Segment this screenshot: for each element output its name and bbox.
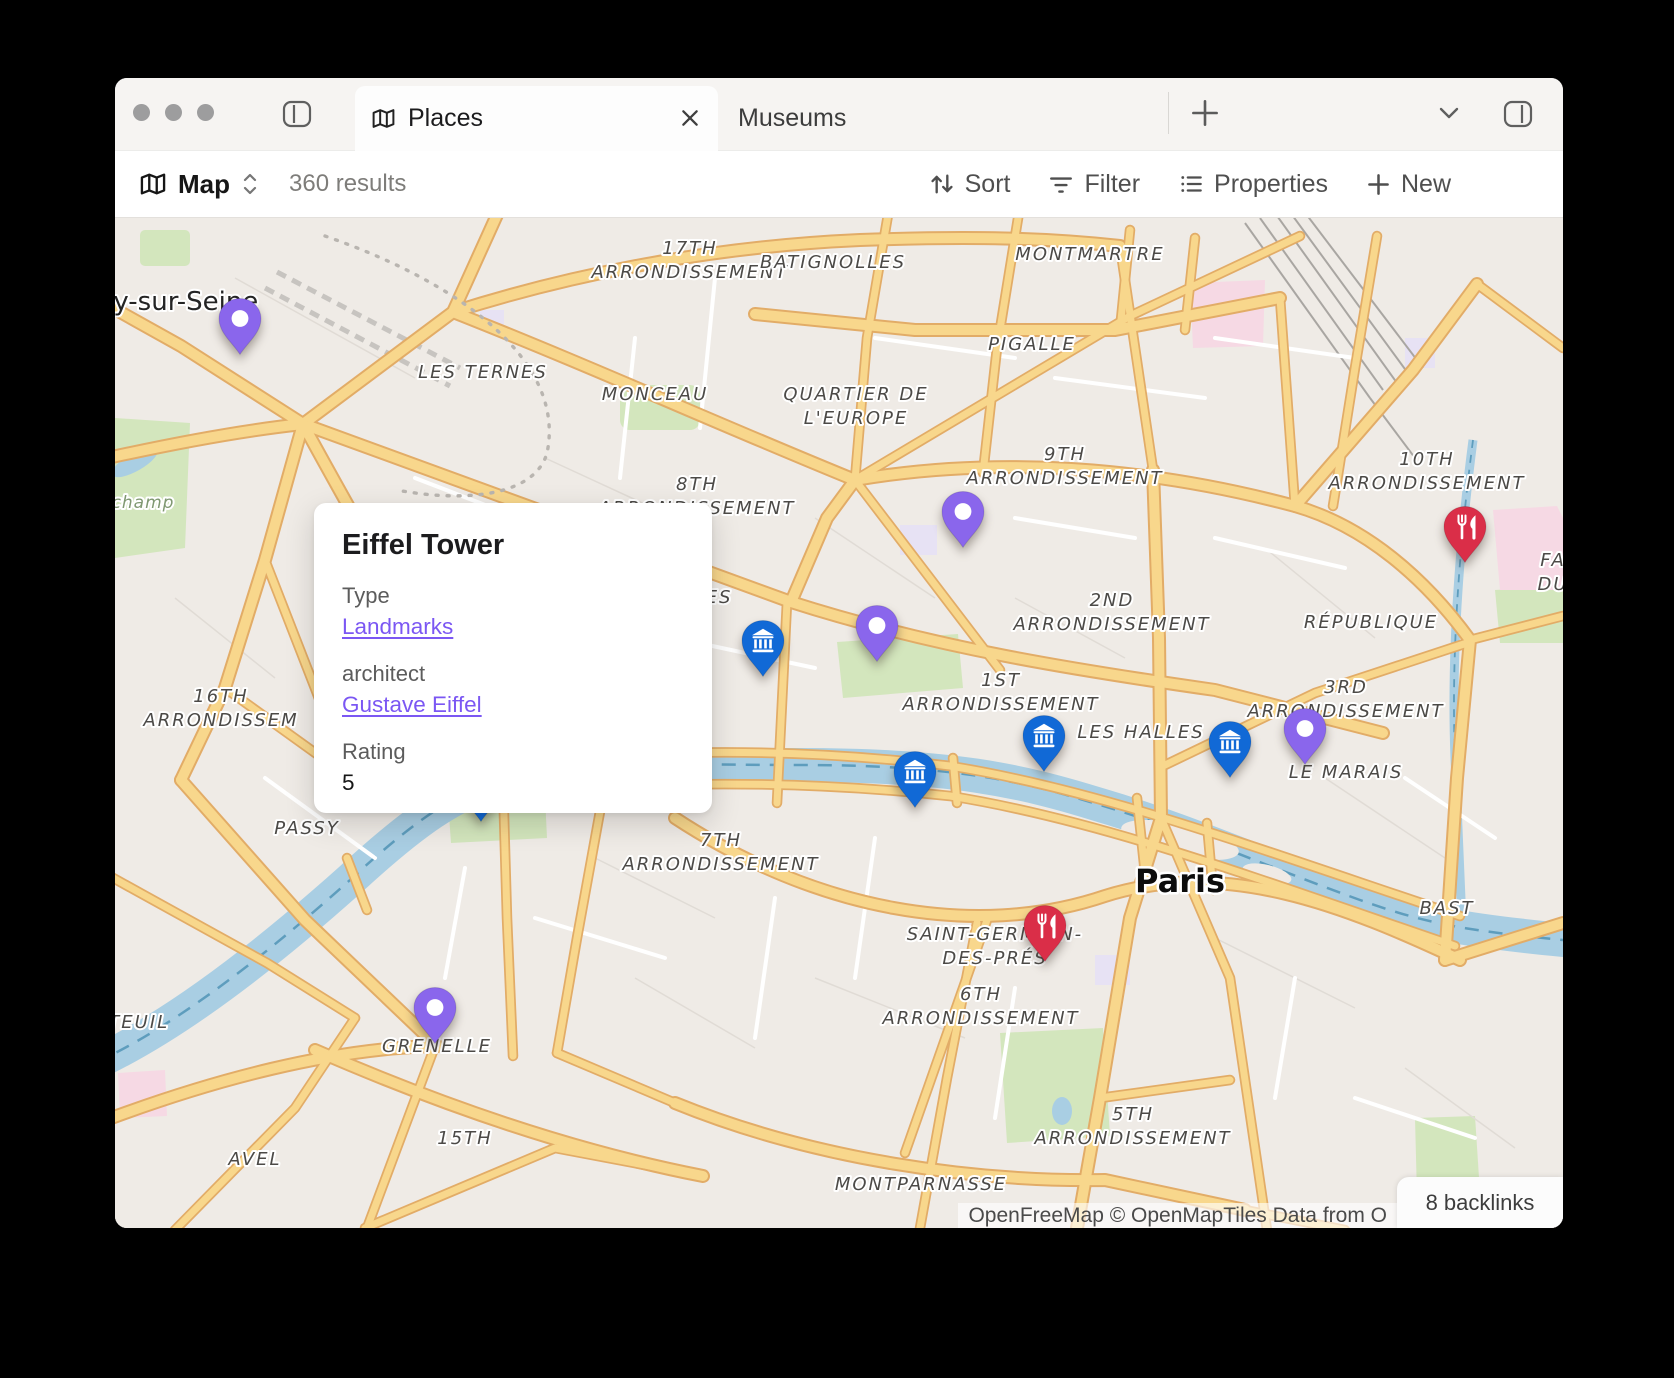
- map-label: PIGALLE: [988, 334, 1076, 355]
- map-pin-landmark[interactable]: [854, 604, 900, 663]
- close-tab-icon[interactable]: [678, 106, 702, 130]
- map-pin-restaurant[interactable]: [1022, 904, 1068, 963]
- new-button[interactable]: New: [1366, 170, 1451, 199]
- map-icon: [371, 107, 396, 130]
- map-pin-museum[interactable]: [740, 619, 786, 678]
- tabbar-divider: [1168, 92, 1169, 134]
- rating-value: 5: [342, 770, 355, 795]
- map-label: NTEUIL: [115, 1012, 169, 1033]
- map-label: AVEL: [227, 1149, 281, 1170]
- backlinks-badge[interactable]: 8 backlinks: [1397, 1177, 1563, 1228]
- map-label: MONCEAU: [602, 384, 709, 405]
- map-pin-museum[interactable]: [1021, 714, 1067, 773]
- map-label: BATIGNOLLES: [760, 252, 906, 273]
- toggle-left-sidebar-button[interactable]: [280, 97, 314, 131]
- map-attribution[interactable]: OpenFreeMap © OpenMapTiles Data from O: [958, 1203, 1397, 1228]
- traffic-close-button[interactable]: [132, 103, 150, 121]
- desktop-background: Places Museums Map 360 results Sort Filt…: [0, 0, 1674, 1378]
- view-label: Map: [178, 168, 230, 199]
- map-canvas[interactable]: illy-sur-Seine17THARRONDISSEMENTBATIGNOL…: [115, 218, 1563, 1228]
- filter-button[interactable]: Filter: [1048, 170, 1140, 199]
- sort-label: Sort: [964, 169, 1011, 198]
- tab-museums-label: Museums: [738, 103, 847, 132]
- filter-icon: [1048, 171, 1074, 197]
- field-label: architect: [342, 661, 426, 686]
- map-label: MONTPARNASSE: [835, 1174, 1007, 1195]
- sort-arrows-icon: [929, 171, 955, 197]
- tab-museums[interactable]: Museums: [718, 86, 1158, 150]
- view-switcher[interactable]: Map: [139, 169, 259, 200]
- architect-link[interactable]: Gustave Eiffel: [342, 692, 482, 717]
- plus-icon: [1189, 97, 1221, 129]
- map-label: PASSY: [274, 818, 339, 839]
- map-label: RÉPUBLIQUE: [1304, 611, 1438, 633]
- titlebar: Places Museums: [115, 78, 1563, 151]
- map-pin-landmark[interactable]: [217, 297, 263, 356]
- type-link[interactable]: Landmarks: [342, 614, 453, 639]
- popup-title: Eiffel Tower: [342, 529, 505, 561]
- toolbar: Map 360 results Sort Filter Properties N…: [115, 151, 1563, 218]
- map-label: champ: [115, 493, 174, 513]
- traffic-zoom-button[interactable]: [196, 103, 214, 121]
- sort-button[interactable]: Sort: [929, 169, 1011, 199]
- map-label: BAST: [1419, 898, 1474, 919]
- chevron-down-icon: [1435, 104, 1463, 122]
- map-pin-landmark[interactable]: [1282, 707, 1328, 766]
- new-label: New: [1400, 169, 1451, 198]
- app-window: Places Museums Map 360 results Sort Filt…: [115, 78, 1563, 1228]
- traffic-minimize-button[interactable]: [164, 103, 182, 121]
- map-pin-landmark[interactable]: [412, 986, 458, 1045]
- map-label: MONTMARTRE: [1015, 244, 1164, 265]
- properties-label: Properties: [1214, 169, 1328, 198]
- plus-icon: [1366, 172, 1391, 197]
- tab-list-chevron-button[interactable]: [1435, 104, 1463, 122]
- left-sidebar-icon: [280, 97, 314, 131]
- tab-places[interactable]: Places: [355, 86, 718, 151]
- properties-list-icon: [1178, 171, 1204, 197]
- place-popup-card: Eiffel Tower Type Landmarks architect Gu…: [314, 503, 712, 813]
- map-label: LES TERNES: [418, 362, 548, 383]
- toggle-right-sidebar-button[interactable]: [1501, 97, 1535, 131]
- field-label: Type: [342, 583, 390, 608]
- tab-places-label: Places: [408, 104, 484, 132]
- selector-chevrons-icon: [241, 171, 259, 197]
- filter-label: Filter: [1084, 169, 1141, 198]
- map-label: Paris: [1135, 862, 1225, 900]
- map-pin-landmark[interactable]: [940, 490, 986, 549]
- map-pin-restaurant[interactable]: [1442, 505, 1488, 564]
- map-label: LES HALLES: [1077, 722, 1204, 743]
- map-label: 15TH: [437, 1128, 492, 1149]
- map-pin-museum[interactable]: [1207, 720, 1253, 779]
- new-tab-button[interactable]: [1189, 97, 1221, 129]
- properties-button[interactable]: Properties: [1178, 170, 1328, 199]
- map-icon: [139, 171, 167, 197]
- right-sidebar-icon: [1501, 97, 1535, 131]
- field-label: Rating: [342, 739, 406, 764]
- results-count: 360 results: [289, 170, 407, 197]
- map-pin-museum[interactable]: [892, 750, 938, 809]
